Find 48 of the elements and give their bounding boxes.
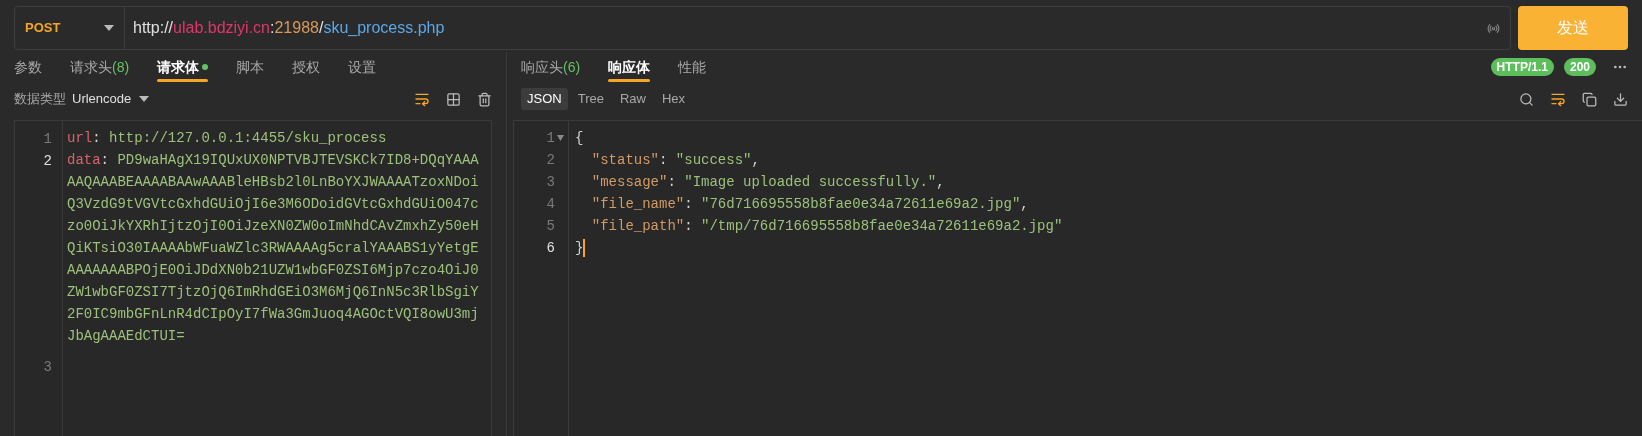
line-number: 1 bbox=[546, 128, 555, 148]
code-line: } bbox=[575, 238, 584, 258]
response-tab[interactable]: 响应头(6) bbox=[521, 52, 581, 82]
code-line: "message": "Image uploaded successfully.", bbox=[590, 172, 945, 192]
broadcast-icon[interactable] bbox=[1487, 21, 1500, 35]
line-number: 1 bbox=[43, 131, 52, 147]
response-tab[interactable]: 性能 bbox=[678, 52, 707, 82]
line-number: 3 bbox=[43, 359, 52, 375]
delete-icon[interactable] bbox=[477, 91, 492, 107]
caret-icon bbox=[139, 96, 150, 102]
code-line: data: PD9waHAgX19IQUxUX0NPTVBJTEVSKCk7ID8+DQqYAAAAAQAAABEAAAABAAwAAABleHBsb2l0LnBoYXJWAAAATzoxNDoiQ3VzdG9tVGVtcGxhdGUiOjI6e3M6ODoidGVtcGxhdGUiO047czo0OiJkYXRhIjtzOjI0OiJzeXN0ZW0oImNhdCAvZmxhZy50eHQiKTsiO30IAAAAbWFuaWZlc3RWAAAAg5cralYAAABS1yYetgEAAAAAAABPOjE0OiJDdXN0b21UZW1wbGF0ZSI6Mjp7czo4OiJ0ZW1wbGF0ZSI7TjtzOjQ6ImRhdGEiO3M6MjQ6InN5c3RlbSgiY2F0IC9mbGFnLnR4dCIpOyI7fWa3GmJuoq4AGOctVQI8owU3mjJbAgAAAEdCTUI= bbox=[67, 151, 479, 346]
code-line: url: http://127.0.0.1:4455/sku_process bbox=[67, 129, 388, 148]
code-line: "file_path": "/tmp/76d716695558b8fae0e34a72611e69a2.jpg" bbox=[590, 216, 1063, 236]
method-select[interactable]: POST bbox=[15, 7, 125, 49]
line-number: 2 bbox=[43, 153, 52, 169]
line-number: 5 bbox=[546, 216, 555, 236]
wrap-icon[interactable] bbox=[414, 91, 430, 107]
search-icon[interactable] bbox=[1519, 91, 1534, 107]
response-tab[interactable]: 响应体 bbox=[608, 52, 651, 82]
request-tab[interactable]: 请求体 bbox=[157, 52, 209, 82]
status-badge: 200 bbox=[1563, 58, 1596, 76]
request-tab[interactable]: 脚本 bbox=[236, 52, 265, 82]
fold-icon[interactable] bbox=[557, 135, 564, 141]
body-type-select[interactable]: Urlencode bbox=[72, 89, 150, 109]
code-line: { bbox=[575, 128, 584, 148]
url-field[interactable]: http://ulab.bdziyi.cn:21988/sku_process.php bbox=[125, 7, 1487, 49]
download-icon[interactable] bbox=[1613, 91, 1628, 107]
request-tab[interactable]: 授权 bbox=[292, 52, 321, 82]
table-icon[interactable] bbox=[446, 91, 461, 107]
line-number: 2 bbox=[546, 150, 555, 170]
line-number: 6 bbox=[546, 238, 555, 258]
request-tab[interactable]: 请求头(8) bbox=[70, 52, 130, 82]
status-badge: HTTP/1.1 bbox=[1490, 58, 1554, 76]
caret-icon bbox=[104, 25, 114, 31]
text-cursor bbox=[583, 239, 586, 257]
view-mode-tab[interactable]: JSON bbox=[521, 88, 568, 110]
view-mode-tab[interactable]: Hex bbox=[655, 88, 692, 110]
request-tab[interactable]: 参数 bbox=[14, 52, 42, 82]
code-line: "file_name": "76d716695558b8fae0e34a72611e69a2.jpg", bbox=[590, 194, 1029, 214]
copy-icon[interactable] bbox=[1582, 91, 1597, 107]
body-type-label: 数据类型 bbox=[14, 90, 66, 109]
line-number: 3 bbox=[546, 172, 555, 192]
view-mode-tab[interactable]: Tree bbox=[571, 88, 610, 110]
code-line: "status": "success", bbox=[590, 150, 760, 170]
request-tab[interactable]: 设置 bbox=[348, 52, 377, 82]
wrap-icon[interactable] bbox=[1550, 91, 1566, 107]
view-mode-tab[interactable]: Raw bbox=[613, 88, 652, 110]
line-number: 4 bbox=[546, 194, 555, 214]
